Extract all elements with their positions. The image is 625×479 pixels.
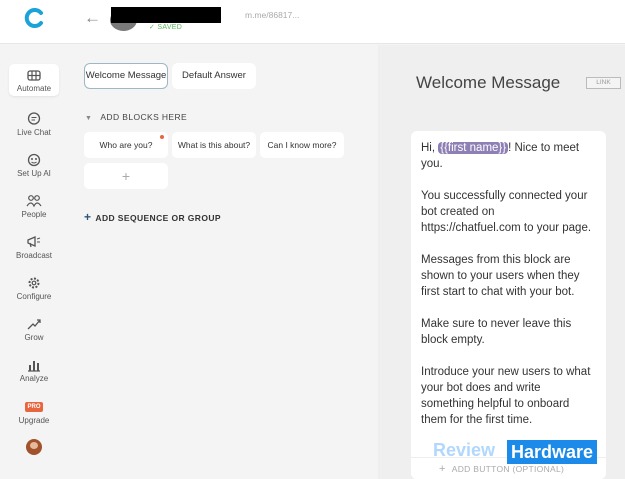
sidebar-item-analyze[interactable]: Analyze xyxy=(9,358,59,383)
block-label: Who are you? xyxy=(99,139,153,150)
block-label: What is this about? xyxy=(177,139,251,150)
add-sequence-button[interactable]: + ADD SEQUENCE OR GROUP xyxy=(84,210,221,224)
sidebar-item-label: Configure xyxy=(16,292,52,301)
sidebar-item-automate[interactable]: Automate xyxy=(9,64,59,96)
plus-icon: + xyxy=(84,210,92,224)
tab-label: Default Answer xyxy=(182,70,246,81)
first-name-attribute: {{first name}} xyxy=(438,142,509,154)
greeting-text: Hi, xyxy=(421,142,439,154)
sidebar-item-label: Grow xyxy=(24,333,44,342)
add-sequence-label: ADD SEQUENCE OR GROUP xyxy=(95,213,221,223)
unsaved-dot-icon xyxy=(160,135,164,139)
card-paragraph-2: You successfully connected your bot crea… xyxy=(421,190,592,234)
watermark-text-hardware: Hardware xyxy=(507,440,598,464)
sidebar: Automate Live Chat Set Up AI People Broa… xyxy=(0,45,70,479)
plus-icon: + xyxy=(439,463,446,475)
add-blocks-label: ADD BLOCKS HERE xyxy=(100,112,188,122)
block-can-i-know-more[interactable]: Can I know more? xyxy=(260,132,344,158)
add-blocks-header[interactable]: ▼ ADD BLOCKS HERE xyxy=(85,112,187,122)
automate-icon xyxy=(27,70,41,81)
pro-badge: PRO xyxy=(25,402,43,412)
tab-default-answer[interactable]: Default Answer xyxy=(172,63,256,89)
block-label: Can I know more? xyxy=(267,139,337,150)
add-block-button[interactable]: + xyxy=(84,163,168,189)
block-title[interactable]: Welcome Message xyxy=(416,73,560,93)
link-button[interactable]: LINK xyxy=(586,77,621,89)
sidebar-item-label: Broadcast xyxy=(15,251,53,260)
people-icon xyxy=(26,195,42,208)
sidebar-item-configure[interactable]: Configure xyxy=(9,276,59,301)
gamepad-icon xyxy=(27,153,41,167)
card-paragraph-5: Introduce your new users to what your bo… xyxy=(421,366,591,426)
card-paragraph-3: Messages from this block are shown to yo… xyxy=(421,254,580,298)
gear-icon xyxy=(28,277,40,289)
sidebar-item-live-chat[interactable]: Live Chat xyxy=(9,112,59,137)
card-paragraph-4: Make sure to never leave this block empt… xyxy=(421,318,572,346)
sidebar-item-set-up-ai[interactable]: Set Up AI xyxy=(9,153,59,178)
bot-link[interactable]: m.me/86817... xyxy=(245,10,299,20)
block-editor-panel: Welcome Message LINK Hi, {{first name}}!… xyxy=(378,45,625,479)
block-what-is-this-about[interactable]: What is this about? xyxy=(172,132,256,158)
top-bar: ← ✓ SAVED m.me/86817... xyxy=(0,0,625,44)
sidebar-item-label: Live Chat xyxy=(17,128,51,137)
plus-icon: + xyxy=(121,168,131,184)
sidebar-item-label: Set Up AI xyxy=(17,169,51,178)
saved-status: ✓ SAVED xyxy=(149,24,183,31)
block-who-are-you[interactable]: Who are you? xyxy=(84,132,168,158)
blocks-panel: Welcome Message Default Answer ▼ ADD BLOC… xyxy=(70,45,378,479)
card-paragraph-1: Hi, {{first name}}! Nice to meet you. xyxy=(421,140,596,172)
sidebar-item-label: Automate xyxy=(16,84,52,93)
chatfuel-logo-icon[interactable] xyxy=(24,7,46,29)
collapse-triangle-icon: ▼ xyxy=(85,115,93,122)
sidebar-item-grow[interactable]: Grow xyxy=(9,317,59,342)
sidebar-item-label: People xyxy=(21,210,47,219)
user-avatar[interactable] xyxy=(26,439,42,455)
tab-welcome-message[interactable]: Welcome Message xyxy=(84,63,168,89)
watermark: Review Hardware xyxy=(433,440,613,464)
bar-chart-icon xyxy=(28,361,40,372)
tab-label: Welcome Message xyxy=(85,70,167,81)
link-button-label: LINK xyxy=(596,79,611,86)
add-button-label: ADD BUTTON (OPTIONAL) xyxy=(451,464,565,474)
growth-arrow-icon xyxy=(27,319,41,330)
bot-name-redacted xyxy=(111,7,221,23)
sidebar-item-broadcast[interactable]: Broadcast xyxy=(9,235,59,260)
sidebar-item-upgrade[interactable]: PRO Upgrade xyxy=(9,402,59,425)
chat-bubble-icon xyxy=(27,112,41,125)
sidebar-item-people[interactable]: People xyxy=(9,194,59,219)
text-card[interactable]: Hi, {{first name}}! Nice to meet you. Yo… xyxy=(411,131,606,479)
sidebar-item-label: Analyze xyxy=(19,374,49,383)
sidebar-item-label: Upgrade xyxy=(18,416,50,425)
megaphone-icon xyxy=(27,236,41,248)
back-arrow-icon[interactable]: ← xyxy=(84,8,101,28)
watermark-text-review: Review xyxy=(433,440,496,460)
